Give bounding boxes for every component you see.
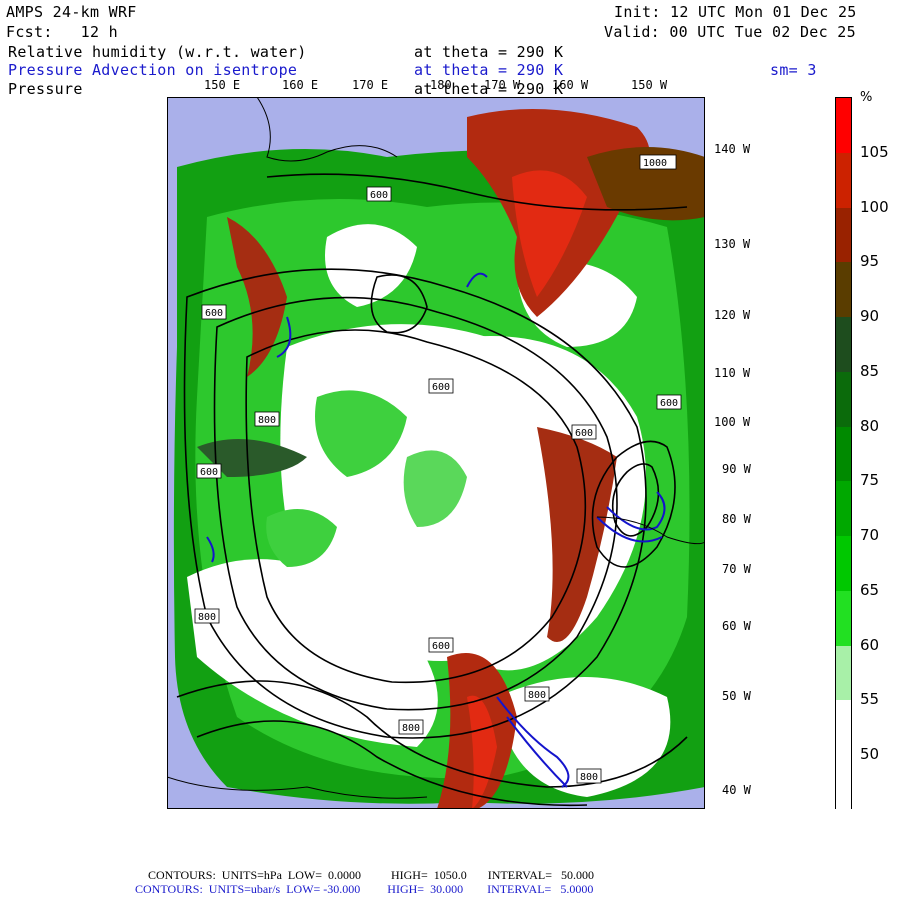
field-padv-level: at theta = 290 K — [414, 61, 564, 79]
contour-label: 800 — [402, 723, 420, 734]
contour-label: 800 — [258, 415, 276, 426]
lon-label: 150 E — [204, 78, 241, 92]
contour-label: 600 — [660, 398, 678, 409]
colorbar-segment — [836, 536, 851, 592]
field-rh-level: at theta = 290 K — [414, 43, 564, 61]
colorbar-segment — [836, 98, 851, 154]
contour-label: 600 — [432, 382, 450, 393]
forecast-map: 1000 600 600 600 600 600 800 600 800 600… — [167, 97, 705, 809]
lat-label: 70 W — [722, 562, 751, 576]
field-pressure-name: Pressure — [8, 80, 83, 98]
contour-label: 800 — [198, 612, 216, 623]
lon-label: 160 W — [552, 78, 589, 92]
colorbar-label: 70 — [860, 526, 880, 545]
contour-label: 800 — [528, 690, 546, 701]
lat-label: 90 W — [722, 462, 751, 476]
colorbar-segment — [836, 317, 851, 373]
contour-label: 600 — [370, 190, 388, 201]
colorbar-segment — [836, 371, 851, 428]
valid-time: Valid: 00 UTC Tue 02 Dec 25 — [604, 23, 856, 41]
colorbar-segment — [836, 207, 851, 263]
contour-label: 1000 — [643, 158, 667, 169]
footer-advection-contours: CONTOURS: UNITS=ubar/s LOW= -30.000 HIGH… — [135, 882, 594, 896]
colorbar-segment — [836, 426, 851, 482]
lon-label: 170 W — [484, 78, 521, 92]
smoothing-label: sm= 3 — [770, 61, 817, 79]
colorbar-label: 50 — [860, 745, 880, 764]
lat-label: 110 W — [714, 366, 751, 380]
colorbar-segment — [836, 645, 851, 701]
lat-label: 40 W — [722, 783, 751, 797]
field-padv-name: Pressure Advection on isentrope — [8, 61, 298, 79]
lon-label: 160 E — [282, 78, 319, 92]
lat-label: 50 W — [722, 689, 751, 703]
field-rh-name: Relative humidity (w.r.t. water) — [8, 43, 307, 61]
lat-label: 120 W — [714, 308, 751, 322]
colorbar-segment — [836, 262, 851, 318]
lon-label: 150 W — [631, 78, 668, 92]
colorbar-segment — [836, 590, 851, 647]
lat-label: 100 W — [714, 415, 751, 429]
lon-label: 170 E — [352, 78, 389, 92]
colorbar-label: 105 — [860, 142, 889, 161]
colorbar-segment — [836, 700, 851, 756]
lat-label: 140 W — [714, 142, 751, 156]
model-title: AMPS 24-km WRF — [6, 3, 137, 21]
colorbar-label: 100 — [860, 197, 889, 216]
lat-label: 60 W — [722, 619, 751, 633]
colorbar-label: 55 — [860, 690, 880, 709]
colorbar-segment — [836, 152, 851, 209]
colorbar-segment — [836, 481, 851, 537]
lat-label: 80 W — [722, 512, 751, 526]
colorbar-label: 65 — [860, 580, 880, 599]
colorbar-unit: % — [860, 90, 873, 105]
init-time: Init: 12 UTC Mon 01 Dec 25 — [614, 3, 857, 21]
contour-label: 600 — [200, 467, 218, 478]
colorbar-label: 60 — [860, 635, 880, 654]
footer-pressure-contours: CONTOURS: UNITS=hPa LOW= 0.0000 HIGH= 10… — [148, 868, 594, 882]
colorbar-label: 90 — [860, 307, 880, 326]
lon-label: 180 — [430, 78, 452, 92]
forecast-hour: Fcst: 12 h — [6, 23, 118, 41]
contour-label: 800 — [580, 772, 598, 783]
colorbar-label: 75 — [860, 471, 880, 490]
colorbar-label: 80 — [860, 416, 880, 435]
lat-label: 130 W — [714, 237, 751, 251]
contour-label: 600 — [205, 308, 223, 319]
contour-label: 600 — [575, 428, 593, 439]
colorbar-label: 85 — [860, 361, 880, 380]
contour-label: 600 — [432, 641, 450, 652]
colorbar-label: 95 — [860, 252, 880, 271]
colorbar-segment — [836, 755, 851, 811]
colorbar — [835, 97, 852, 811]
